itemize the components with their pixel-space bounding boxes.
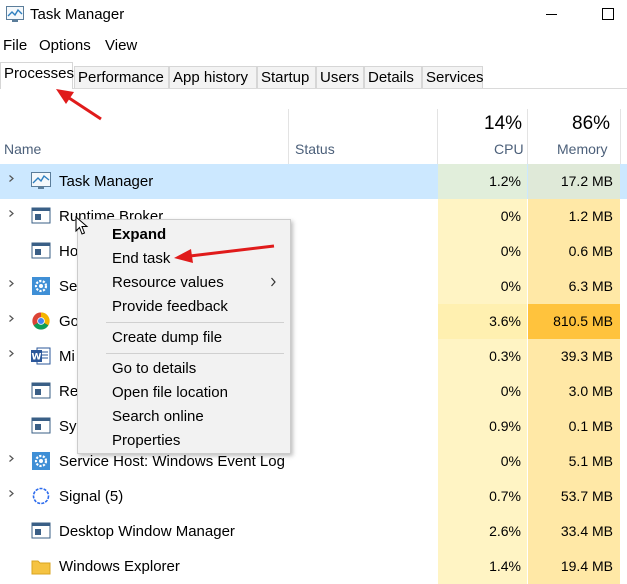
tab-users[interactable]: Users bbox=[316, 66, 364, 88]
memory-value: 53.7 MB bbox=[528, 479, 620, 514]
process-name: Mi bbox=[59, 348, 75, 365]
gear-icon bbox=[32, 452, 50, 470]
window-app-icon bbox=[31, 417, 51, 434]
chevron-right-icon bbox=[271, 277, 276, 287]
memory-value: 0.1 MB bbox=[528, 409, 620, 444]
window-app-icon bbox=[31, 522, 51, 539]
window-app-icon bbox=[31, 207, 51, 224]
folder-icon bbox=[31, 560, 51, 575]
cpu-value: 0% bbox=[438, 199, 527, 234]
cpu-value: 0.3% bbox=[438, 339, 527, 374]
gear-icon bbox=[32, 277, 50, 295]
tab-details[interactable]: Details bbox=[364, 66, 422, 88]
column-cpu-header[interactable]: CPU bbox=[494, 141, 524, 157]
tab-services[interactable]: Services bbox=[422, 66, 484, 88]
tab-startup[interactable]: Startup bbox=[257, 66, 316, 88]
cpu-value: 0% bbox=[438, 374, 527, 409]
memory-value: 3.0 MB bbox=[528, 374, 620, 409]
cpu-total-percent: 14% bbox=[484, 113, 523, 134]
cpu-value: 0.7% bbox=[438, 479, 527, 514]
menu-separator bbox=[106, 322, 284, 323]
column-status-header[interactable]: Status bbox=[295, 141, 335, 157]
chevron-right-icon[interactable] bbox=[8, 175, 15, 182]
signal-icon bbox=[32, 487, 50, 505]
tab-performance[interactable]: Performance bbox=[74, 66, 169, 88]
memory-value: 19.4 MB bbox=[528, 549, 620, 584]
cpu-value: 1.4% bbox=[438, 549, 527, 584]
chevron-right-icon[interactable] bbox=[8, 350, 15, 357]
process-name: Sy bbox=[59, 418, 77, 435]
memory-value: 6.3 MB bbox=[528, 269, 620, 304]
table-row[interactable]: Windows Explorer 1.4% 19.4 MB bbox=[0, 549, 627, 584]
context-menu: Expand End task Resource values Provide … bbox=[77, 219, 291, 454]
minimize-button[interactable] bbox=[538, 0, 568, 31]
memory-value: 39.3 MB bbox=[528, 339, 620, 374]
menu-file[interactable]: File bbox=[3, 37, 27, 54]
menu-item-end-task[interactable]: End task bbox=[112, 250, 170, 267]
chevron-right-icon[interactable] bbox=[8, 490, 15, 497]
tab-app-history[interactable]: App history bbox=[169, 66, 257, 88]
cpu-value: 3.6% bbox=[438, 304, 527, 339]
menu-item-provide-feedback[interactable]: Provide feedback bbox=[112, 298, 228, 315]
window-app-icon bbox=[31, 382, 51, 399]
cpu-value: 0% bbox=[438, 234, 527, 269]
tab-processes[interactable]: Processes bbox=[0, 62, 74, 89]
process-name: Desktop Window Manager bbox=[59, 523, 235, 540]
window-title: Task Manager bbox=[30, 6, 125, 23]
menu-view[interactable]: View bbox=[105, 37, 137, 54]
memory-value: 0.6 MB bbox=[528, 234, 620, 269]
table-row[interactable]: Signal (5) 0.7% 53.7 MB bbox=[0, 479, 627, 514]
column-header: Name Status 14% CPU 86% Memory bbox=[0, 89, 627, 165]
memory-value: 17.2 MB bbox=[528, 164, 620, 199]
memory-value: 810.5 MB bbox=[528, 304, 620, 339]
chrome-icon bbox=[32, 312, 50, 330]
menu-item-open-file-location[interactable]: Open file location bbox=[112, 384, 228, 401]
menu-item-create-dump-file[interactable]: Create dump file bbox=[112, 329, 222, 346]
memory-value: 33.4 MB bbox=[528, 514, 620, 549]
process-name: Ho bbox=[59, 243, 79, 260]
process-name: Go bbox=[59, 313, 80, 330]
cpu-value: 0.9% bbox=[438, 409, 527, 444]
menu-separator bbox=[106, 353, 284, 354]
chevron-right-icon[interactable] bbox=[8, 280, 15, 287]
memory-total-percent: 86% bbox=[572, 113, 611, 134]
column-name-header[interactable]: Name bbox=[4, 141, 41, 157]
chevron-right-icon[interactable] bbox=[8, 210, 15, 217]
process-name: Re bbox=[59, 383, 79, 400]
process-name: Signal (5) bbox=[59, 488, 124, 505]
process-name: Task Manager bbox=[59, 173, 154, 190]
cpu-value: 2.6% bbox=[438, 514, 527, 549]
maximize-button[interactable] bbox=[596, 0, 626, 31]
window-app-icon bbox=[31, 242, 51, 259]
menu-item-properties[interactable]: Properties bbox=[112, 432, 180, 449]
menu-item-resource-values[interactable]: Resource values bbox=[112, 274, 224, 291]
task-manager-icon bbox=[31, 172, 51, 189]
svg-text:W: W bbox=[32, 353, 42, 363]
menu-item-expand[interactable]: Expand bbox=[112, 226, 166, 243]
cpu-value: 0% bbox=[438, 269, 527, 304]
table-row[interactable]: Task Manager 1.2% 17.2 MB bbox=[0, 164, 627, 199]
chevron-right-icon[interactable] bbox=[8, 315, 15, 322]
column-memory-header[interactable]: Memory bbox=[557, 141, 608, 157]
chevron-right-icon[interactable] bbox=[8, 455, 15, 462]
menu-item-search-online[interactable]: Search online bbox=[112, 408, 204, 425]
menu-options[interactable]: Options bbox=[39, 37, 91, 54]
memory-value: 1.2 MB bbox=[528, 199, 620, 234]
word-icon: W bbox=[31, 347, 51, 365]
mouse-cursor-icon bbox=[75, 216, 89, 235]
process-name: Windows Explorer bbox=[59, 558, 180, 575]
menu-item-go-to-details[interactable]: Go to details bbox=[112, 360, 196, 377]
cpu-value: 0% bbox=[438, 444, 527, 479]
process-name: Se bbox=[59, 278, 78, 295]
tab-bar: Processes Performance App history Startu… bbox=[0, 62, 627, 89]
table-row[interactable]: Desktop Window Manager 2.6% 33.4 MB bbox=[0, 514, 627, 549]
memory-value: 5.1 MB bbox=[528, 444, 620, 479]
task-manager-icon bbox=[6, 6, 24, 22]
cpu-value: 1.2% bbox=[438, 164, 527, 199]
process-name: Service Host: Windows Event Log bbox=[59, 453, 285, 470]
